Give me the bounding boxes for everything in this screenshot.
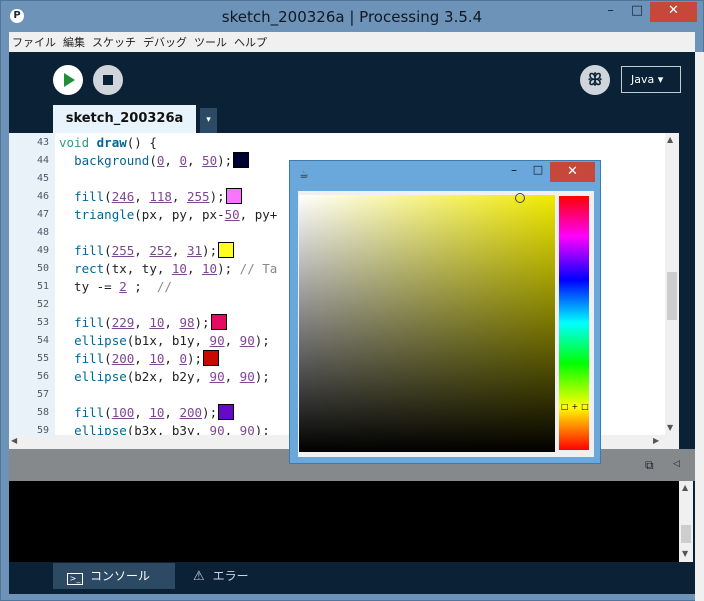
- terminal-icon: >_: [67, 573, 83, 585]
- line-number: 45: [36, 173, 49, 184]
- warning-icon: ⚠: [193, 569, 205, 584]
- code-text[interactable]: fill(229, 10, 98);: [59, 314, 227, 332]
- dialog-close-button[interactable]: ✕: [550, 162, 595, 182]
- code-text[interactable]: ty -= 2 ; //: [59, 278, 172, 296]
- code-text[interactable]: fill(246, 118, 255);: [59, 188, 242, 206]
- collapse-arrow-icon[interactable]: ◁: [673, 459, 680, 469]
- line-number: 58: [36, 407, 49, 418]
- line-number: 47: [36, 209, 49, 220]
- scroll-right-arrow-icon[interactable]: ▶: [653, 436, 659, 445]
- line-number: 51: [36, 281, 49, 292]
- line-number: 53: [36, 317, 49, 328]
- editor-vertical-scrollbar[interactable]: ▲ ▼: [665, 133, 679, 435]
- line-number: 52: [36, 299, 49, 310]
- scroll-up-arrow-icon[interactable]: ▲: [667, 135, 673, 144]
- line-number: 48: [36, 227, 49, 238]
- console-scrollbar[interactable]: ▲ ▼: [679, 481, 693, 562]
- toolbar: ꕥ Java ▾: [9, 52, 695, 105]
- color-picker-dialog[interactable]: ☕ – □ ✕ □+□: [289, 160, 601, 464]
- menu-file[interactable]: ファイル: [9, 34, 60, 50]
- run-button[interactable]: [53, 65, 83, 95]
- line-number: 59: [36, 425, 49, 435]
- maximize-button[interactable]: □: [624, 2, 650, 22]
- errors-tab-label: エラー: [212, 569, 249, 583]
- debug-button[interactable]: ꕥ: [580, 65, 610, 95]
- line-number: 43: [36, 137, 49, 148]
- console-scroll-thumb[interactable]: [681, 525, 691, 543]
- line-number: 55: [36, 353, 49, 364]
- minimize-button[interactable]: –: [597, 2, 624, 22]
- dialog-minimize-button[interactable]: –: [501, 163, 527, 183]
- line-number: 44: [36, 155, 49, 166]
- menu-sketch[interactable]: スケッチ: [89, 34, 140, 50]
- tab-bar: sketch_200326a ▾: [9, 105, 695, 133]
- hue-slider[interactable]: [559, 196, 589, 450]
- stop-icon: [103, 75, 113, 85]
- console-output[interactable]: [9, 481, 679, 562]
- code-line[interactable]: 43 void draw() {: [9, 134, 669, 152]
- scroll-down-arrow-icon[interactable]: ▼: [667, 423, 673, 432]
- line-number: 54: [36, 335, 49, 346]
- code-text[interactable]: fill(200, 10, 0);: [59, 350, 220, 368]
- menu-help[interactable]: ヘルプ: [231, 34, 271, 50]
- code-text[interactable]: rect(tx, ty, 10, 10); // Ta: [59, 260, 277, 278]
- line-number: 57: [36, 389, 49, 400]
- play-icon: [64, 73, 75, 87]
- code-text[interactable]: ellipse(b2x, b2y, 90, 90);: [59, 368, 270, 386]
- line-number: 56: [36, 371, 49, 382]
- menu-tools[interactable]: ツール: [191, 34, 231, 50]
- scroll-left-arrow-icon[interactable]: ◀: [11, 436, 17, 445]
- bottom-tab-bar: >_ コンソール ⚠ エラー: [9, 562, 695, 594]
- tab-menu-button[interactable]: ▾: [200, 108, 217, 133]
- code-text[interactable]: triangle(px, py, px-50, py+: [59, 206, 277, 224]
- stop-button[interactable]: [93, 65, 123, 95]
- console-tab[interactable]: >_ コンソール: [53, 563, 175, 589]
- background-window-strip: [695, 52, 704, 601]
- dialog-maximize-button[interactable]: □: [527, 163, 549, 183]
- scroll-thumb[interactable]: [667, 272, 677, 320]
- line-number: 49: [36, 245, 49, 256]
- close-button[interactable]: ✕: [650, 2, 697, 22]
- menu-edit[interactable]: 編集: [60, 34, 89, 50]
- menu-debug[interactable]: デバッグ: [140, 34, 191, 50]
- saturation-brightness-field[interactable]: [299, 195, 555, 452]
- console-scroll-up-icon[interactable]: ▲: [682, 483, 688, 492]
- code-text[interactable]: ellipse(b3x, b3y, 90, 90);: [59, 422, 270, 435]
- errors-tab[interactable]: ⚠ エラー: [179, 563, 275, 589]
- code-text[interactable]: ellipse(b1x, b1y, 90, 90);: [59, 332, 270, 350]
- line-number: 50: [36, 263, 49, 274]
- copy-console-icon[interactable]: ⧉: [645, 458, 654, 473]
- code-text[interactable]: fill(100, 10, 200);: [59, 404, 235, 422]
- console-scroll-down-icon[interactable]: ▼: [682, 549, 688, 558]
- tab-sketch[interactable]: sketch_200326a: [53, 105, 196, 133]
- butterfly-icon: ꕥ: [587, 70, 603, 89]
- console-tab-label: コンソール: [90, 569, 151, 583]
- code-text[interactable]: void draw() {: [59, 134, 157, 152]
- color-picker-body: □+□: [298, 191, 594, 457]
- hue-slider-marker[interactable]: □+□: [561, 403, 589, 411]
- code-text[interactable]: fill(255, 252, 31);: [59, 242, 235, 260]
- title-bar[interactable]: P sketch_200326a | Processing 3.5.4 – □ …: [1, 1, 703, 32]
- java-cup-icon: ☕: [299, 168, 309, 181]
- menu-bar: ファイル 編集 スケッチ デバッグ ツール ヘルプ: [9, 32, 695, 52]
- mode-select[interactable]: Java ▾: [621, 66, 681, 93]
- code-text[interactable]: background(0, 0, 50);: [59, 152, 250, 170]
- line-number: 46: [36, 191, 49, 202]
- color-selection-marker[interactable]: [515, 193, 525, 203]
